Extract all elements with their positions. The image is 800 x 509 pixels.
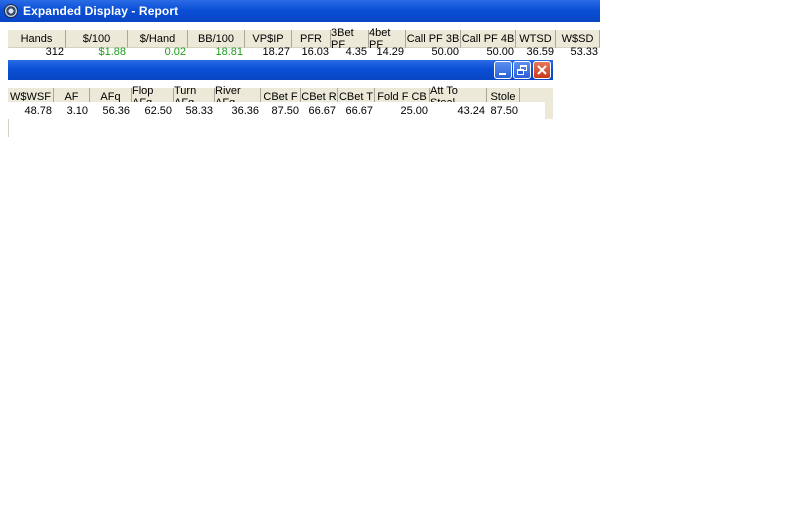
restore-icon-front	[517, 69, 524, 75]
cell-vpip: 18.27	[262, 46, 290, 58]
table-row[interactable]: 312 $1.88 0.02 18.81 18.27 16.03 4.35 14…	[8, 43, 600, 61]
minimize-icon	[499, 73, 506, 75]
cell-wwsf: 48.78	[24, 105, 52, 117]
cell-dollars-per-100: $1.88	[98, 46, 126, 58]
left-divider	[8, 119, 9, 137]
close-icon	[537, 65, 547, 75]
cell-flop-afq: 62.50	[144, 105, 172, 117]
inner-window-bar[interactable]	[8, 60, 553, 80]
restore-button[interactable]	[513, 61, 531, 79]
cell-fold-f-cb: 25.00	[400, 105, 428, 117]
cell-wsd: 53.33	[570, 46, 598, 58]
cell-att-to-steal: 43.24	[457, 105, 485, 117]
cell-bb-per-100: 18.81	[215, 46, 243, 58]
cell-empty	[520, 102, 545, 120]
title-bar[interactable]: Expanded Display - Report	[0, 0, 600, 22]
cell-river-afq: 36.36	[231, 105, 259, 117]
cell-turn-afq: 58.33	[185, 105, 213, 117]
minimize-button[interactable]	[494, 61, 512, 79]
cell-pfr: 16.03	[301, 46, 329, 58]
cell-cbet-r: 66.67	[308, 105, 336, 117]
stats-table-2: W$WSF AF AFq Flop AFq Turn AFq River AFq…	[8, 85, 553, 120]
stats-table-1: Hands $/100 $/Hand BB/100 VP$IP PFR 3Bet…	[8, 27, 600, 61]
table-row[interactable]: 48.78 3.10 56.36 62.50 58.33 36.36 87.50…	[8, 102, 545, 120]
cell-af: 3.10	[66, 105, 88, 117]
cell-cbet-f: 87.50	[271, 105, 299, 117]
cell-cbet-t: 66.67	[345, 105, 373, 117]
cell-call-pf-3b: 50.00	[431, 46, 459, 58]
cell-call-pf-4b: 50.00	[486, 46, 514, 58]
cell-4bet-pf: 14.29	[376, 46, 404, 58]
cell-hands: 312	[45, 46, 64, 58]
cell-dollars-per-hand: 0.02	[164, 46, 186, 58]
cell-stole: 87.50	[490, 105, 518, 117]
window-title: Expanded Display - Report	[23, 4, 179, 18]
cell-3bet-pf: 4.35	[345, 46, 367, 58]
cell-afq: 56.36	[102, 105, 130, 117]
app-icon	[4, 4, 18, 18]
close-button[interactable]	[533, 61, 551, 79]
cell-wtsd: 36.59	[526, 46, 554, 58]
